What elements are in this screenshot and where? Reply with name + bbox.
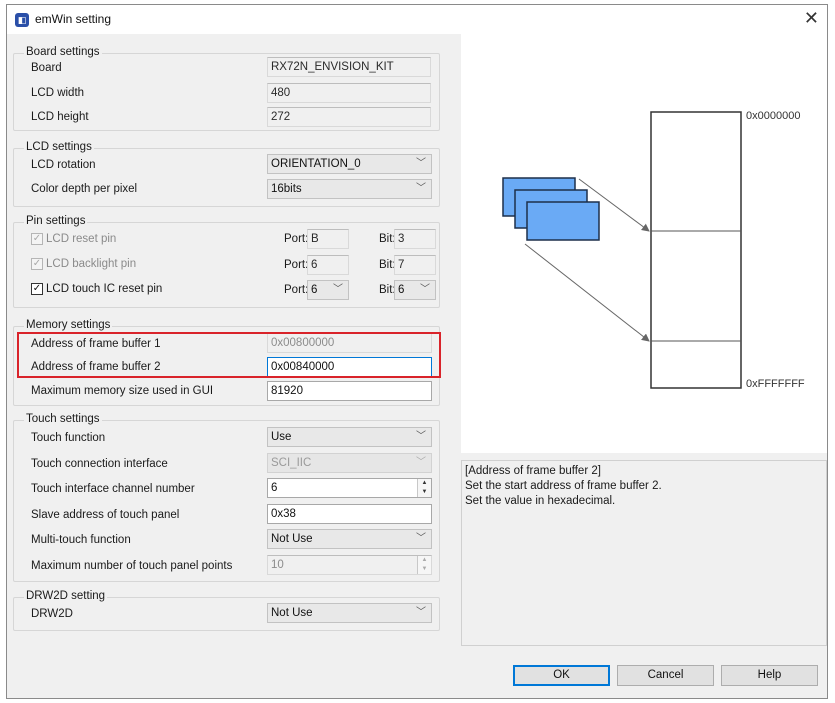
touch-ic-port-value: 6: [311, 284, 318, 296]
touch-ic-bit-value: 6: [398, 284, 405, 296]
max-touch-points-label: Maximum number of touch panel points: [31, 560, 233, 572]
description-panel: [Address of frame buffer 2] Set the star…: [461, 460, 827, 646]
spin-up-icon[interactable]: ▲: [418, 479, 431, 488]
address-top-label: 0x0000000: [746, 110, 800, 122]
touch-ic-bit-dropdown[interactable]: 6 ﹀: [394, 280, 436, 300]
lcd-touch-ic-reset-label: LCD touch IC reset pin: [46, 283, 163, 295]
chevron-down-icon: ﹀: [416, 457, 426, 468]
chevron-down-icon: ﹀: [416, 533, 426, 544]
lcd-backlight-pin-label: LCD backlight pin: [46, 258, 137, 270]
lcd-width-label: LCD width: [31, 87, 85, 99]
app-icon: ◧: [15, 13, 29, 27]
max-memory-input[interactable]: 81920: [267, 381, 432, 401]
memory-map-rect: [650, 111, 742, 389]
touch-function-value: Use: [271, 431, 292, 443]
color-depth-label: Color depth per pixel: [31, 183, 138, 195]
arrow-to-buffer2: [524, 243, 650, 342]
description-title: [Address of frame buffer 2]: [465, 465, 601, 477]
lcd-rotation-value: ORIENTATION_0: [271, 158, 361, 170]
address-bottom-label: 0xFFFFFFF: [746, 378, 805, 390]
touch-channel-value: 6: [271, 482, 278, 494]
lcd-rotation-label: LCD rotation: [31, 159, 96, 171]
port-label: Port:: [284, 259, 309, 271]
port-label: Port:: [284, 233, 309, 245]
lcd-backlight-port-field: 6: [307, 255, 349, 275]
board-field: RX72N_ENVISION_KIT: [267, 57, 431, 77]
drw2d-dropdown[interactable]: Not Use ﹀: [267, 603, 432, 623]
multi-touch-dropdown[interactable]: Not Use ﹀: [267, 529, 432, 549]
spin-up-icon[interactable]: ▲: [418, 556, 431, 565]
touch-channel-label: Touch interface channel number: [31, 483, 195, 495]
board-label: Board: [31, 62, 62, 74]
window-title: emWin setting: [35, 12, 112, 26]
max-touch-points-spinner[interactable]: 10 ▲ ▼: [267, 555, 432, 575]
color-depth-value: 16bits: [271, 183, 302, 195]
lcd-reset-pin-label: LCD reset pin: [46, 233, 117, 245]
memory-settings-title: Memory settings: [24, 319, 113, 331]
touch-function-label: Touch function: [31, 432, 106, 444]
layer-box-3: [526, 201, 600, 241]
cancel-button[interactable]: Cancel: [617, 665, 714, 686]
lcd-touch-ic-reset-checkbox[interactable]: ✓: [31, 283, 43, 295]
max-memory-label: Maximum memory size used in GUI: [31, 385, 214, 397]
port-label: Port:: [284, 284, 309, 296]
close-icon[interactable]: ✕: [804, 8, 819, 28]
board-settings-title: Board settings: [24, 46, 102, 58]
chevron-down-icon: ﹀: [420, 284, 430, 295]
touch-connection-label: Touch connection interface: [31, 458, 168, 470]
lcd-reset-pin-checkbox[interactable]: ✓: [31, 233, 43, 245]
diagram-panel: 0x0000000 0xFFFFFFF: [461, 34, 827, 453]
lcd-height-label: LCD height: [31, 111, 89, 123]
slave-address-label: Slave address of touch panel: [31, 509, 180, 521]
touch-ic-port-dropdown[interactable]: 6 ﹀: [307, 280, 349, 300]
lcd-reset-port-field: B: [307, 229, 349, 249]
lcd-reset-bit-field: 3: [394, 229, 436, 249]
color-depth-dropdown[interactable]: 16bits ﹀: [267, 179, 432, 199]
highlight-box: [17, 332, 441, 378]
chevron-down-icon: ﹀: [333, 284, 343, 295]
drw2d-value: Not Use: [271, 607, 313, 619]
lcd-backlight-bit-field: 7: [394, 255, 436, 275]
drw2d-setting-title: DRW2D setting: [24, 590, 108, 602]
title-bar: ◧ emWin setting ✕: [7, 5, 827, 34]
help-button[interactable]: Help: [721, 665, 818, 686]
touch-connection-dropdown[interactable]: SCI_IIC ﹀: [267, 453, 432, 473]
spin-down-icon[interactable]: ▼: [418, 488, 431, 497]
touch-channel-spinner[interactable]: 6 ▲ ▼: [267, 478, 432, 498]
multi-touch-value: Not Use: [271, 533, 313, 545]
ok-button[interactable]: OK: [513, 665, 610, 686]
touch-connection-value: SCI_IIC: [271, 457, 312, 469]
lcd-rotation-dropdown[interactable]: ORIENTATION_0 ﹀: [267, 154, 432, 174]
chevron-down-icon: ﹀: [416, 431, 426, 442]
spin-down-icon[interactable]: ▼: [418, 565, 431, 574]
touch-function-dropdown[interactable]: Use ﹀: [267, 427, 432, 447]
chevron-down-icon: ﹀: [416, 183, 426, 194]
chevron-down-icon: ﹀: [416, 158, 426, 169]
chevron-down-icon: ﹀: [416, 607, 426, 618]
lcd-backlight-pin-checkbox[interactable]: ✓: [31, 258, 43, 270]
description-line-3: Set the value in hexadecimal.: [465, 495, 616, 507]
touch-settings-title: Touch settings: [24, 413, 102, 425]
max-touch-points-value: 10: [271, 559, 284, 571]
lcd-width-field: 480: [267, 83, 431, 103]
lcd-height-field: 272: [267, 107, 431, 127]
description-line-2: Set the start address of frame buffer 2.: [465, 480, 662, 492]
multi-touch-label: Multi-touch function: [31, 534, 131, 546]
lcd-settings-title: LCD settings: [24, 141, 94, 153]
slave-address-input[interactable]: 0x38: [267, 504, 432, 524]
pin-settings-title: Pin settings: [24, 215, 88, 227]
frame-buffer-diagram: 0x0000000 0xFFFFFFF: [502, 110, 805, 390]
drw2d-label: DRW2D: [31, 608, 73, 620]
